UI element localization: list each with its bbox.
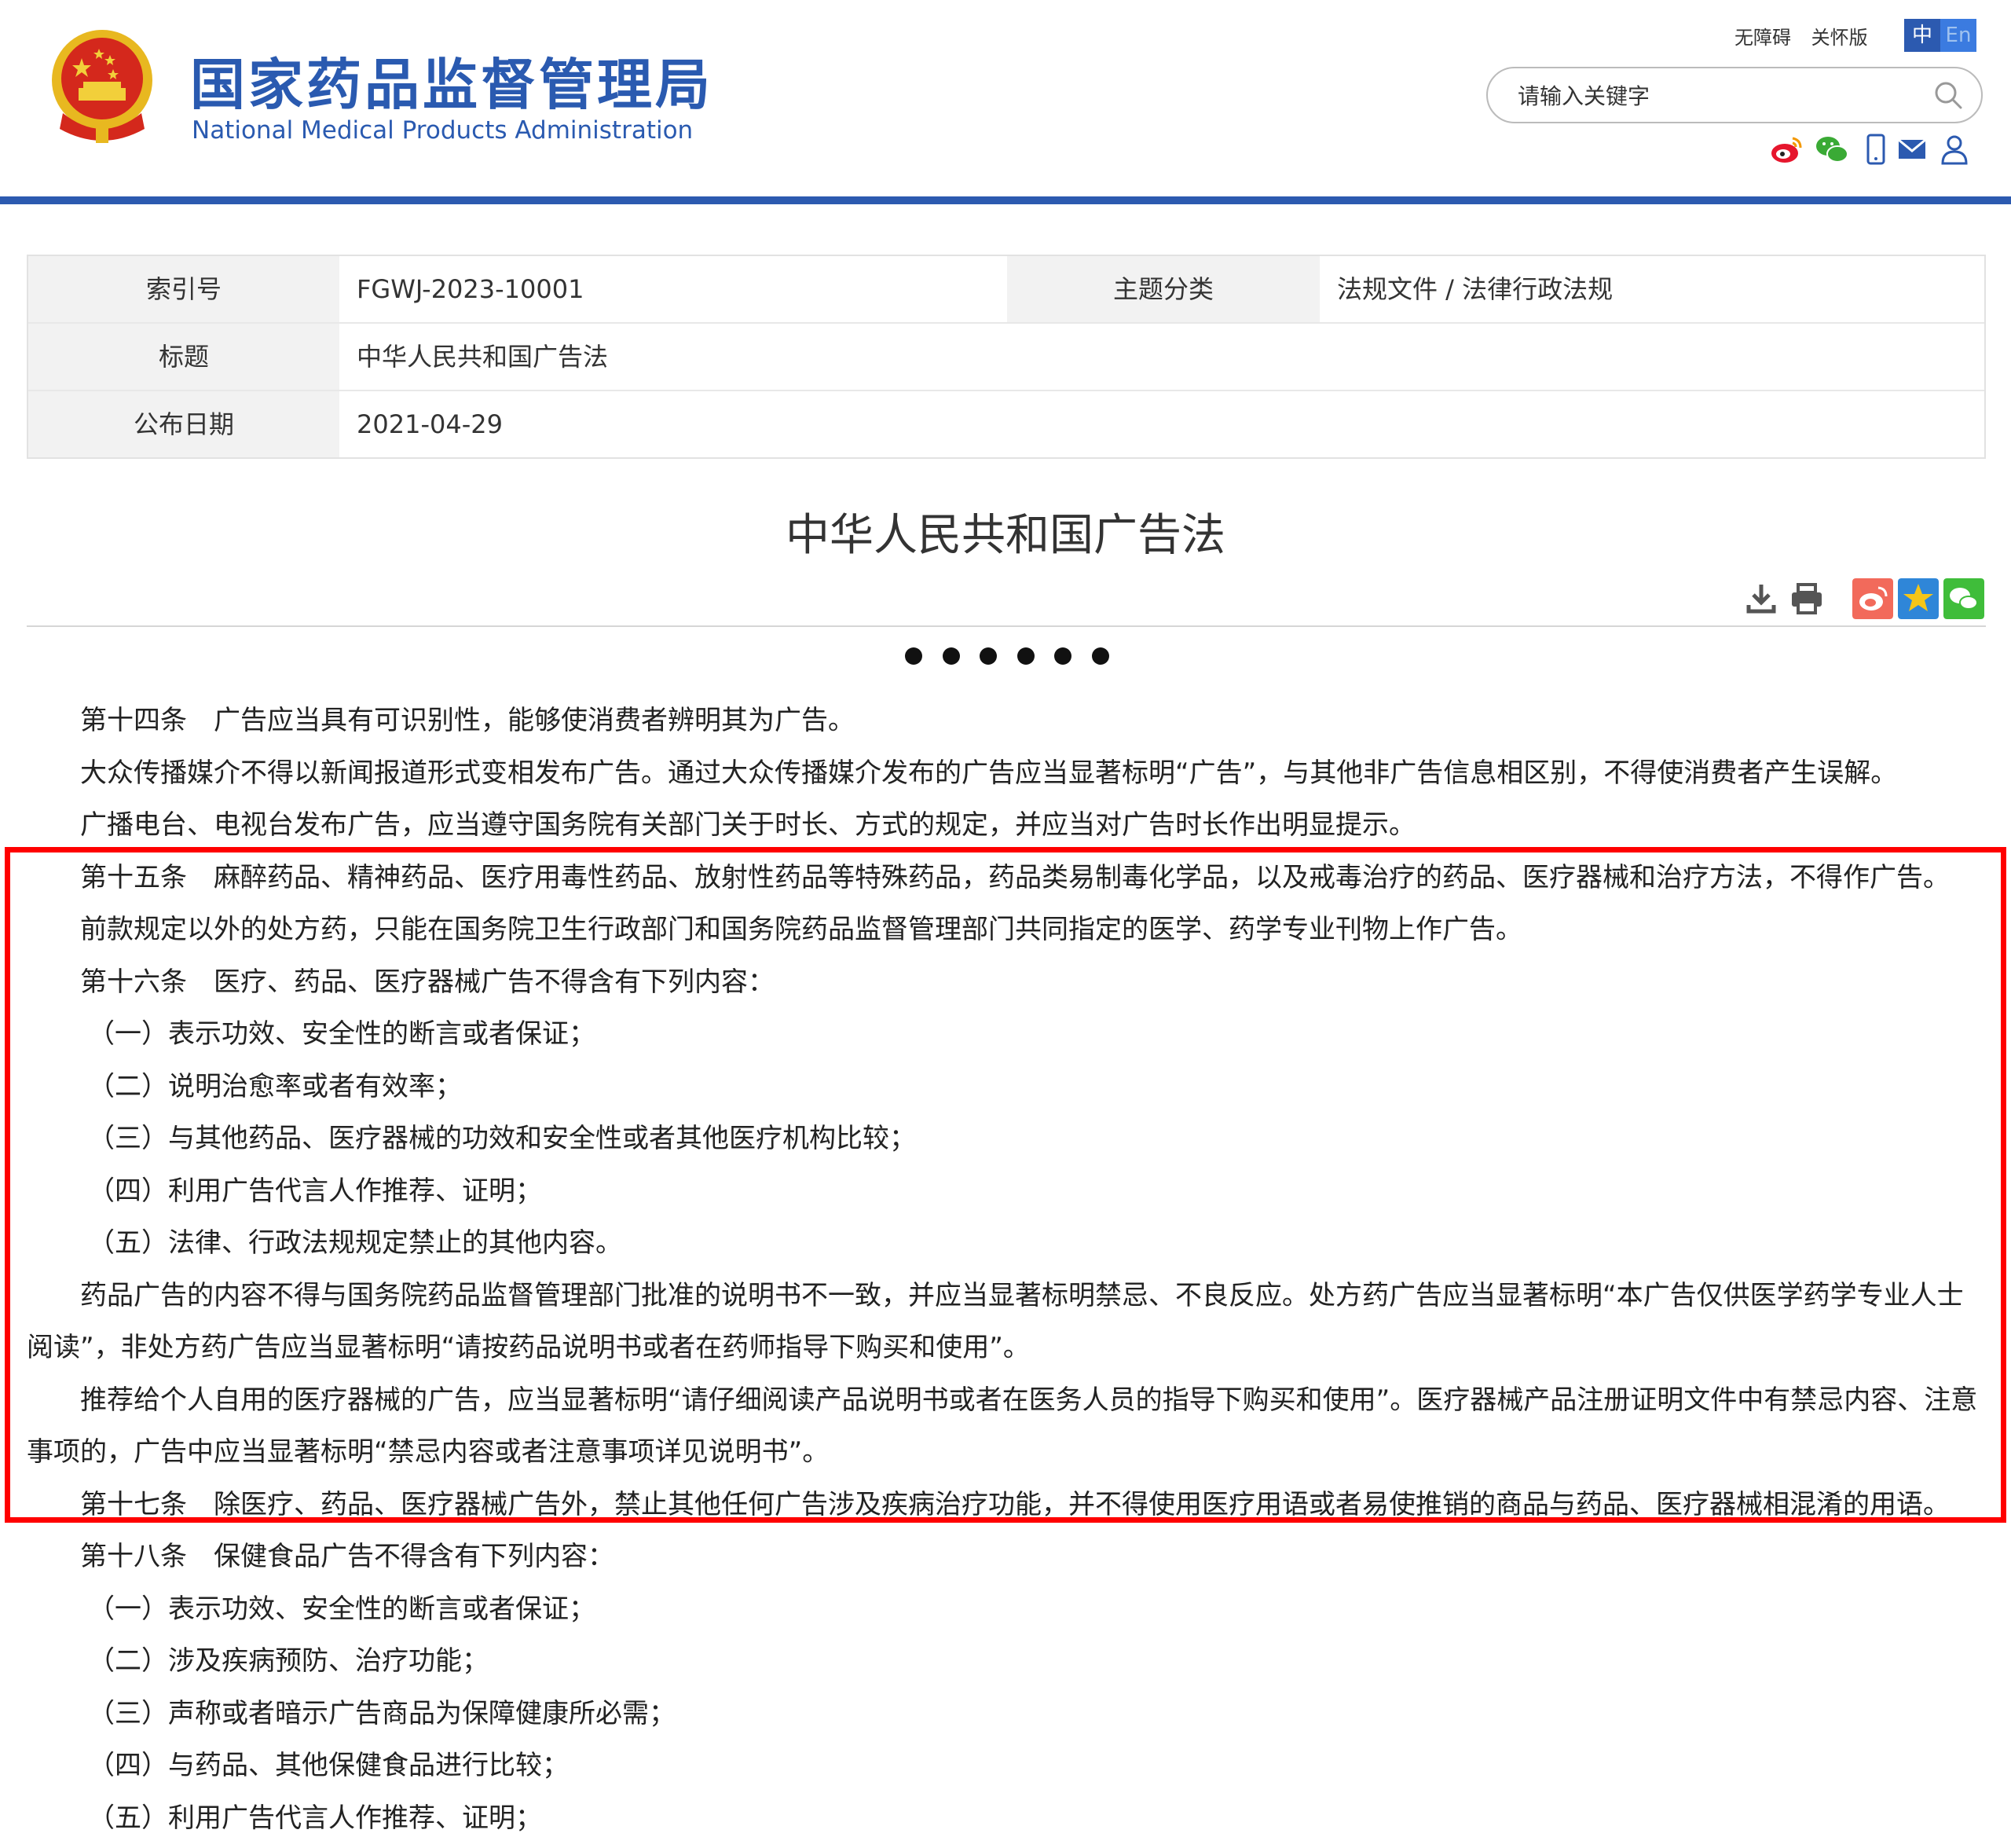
- topic-label: 主题分类: [1007, 256, 1320, 322]
- list-item: （五）利用广告代言人作推荐、证明；: [88, 1802, 542, 1834]
- article-paragraph: 第十八条 保健食品广告不得含有下列内容：: [80, 1541, 614, 1572]
- list-item: （四）利用广告代言人作推荐、证明；: [88, 1175, 542, 1207]
- document-meta-table: 索引号 FGWJ-2023-10001 主题分类 法规文件 / 法律行政法规 标…: [27, 255, 1986, 459]
- top-links: 无障碍 关怀版: [1734, 22, 1882, 49]
- list-item: （二）说明治愈率或者有效率；: [88, 1070, 462, 1102]
- list-item: （三）与其他药品、医疗器械的功效和安全性或者其他医疗机构比较；: [88, 1123, 916, 1154]
- title-value: 中华人民共和国广告法: [357, 342, 609, 372]
- topic-value: 法规文件 / 法律行政法规: [1337, 274, 1614, 304]
- national-emblem-logo[interactable]: [47, 27, 157, 148]
- article-paragraph: 药品广告的内容不得与国务院药品监督管理部门批准的说明书不一致，并应当显著标明禁忌…: [27, 1279, 1964, 1364]
- lang-chinese-button[interactable]: 中: [1904, 19, 1940, 52]
- list-item: （一）表示功效、安全性的断言或者保证；: [88, 1593, 595, 1625]
- date-label: 公布日期: [28, 391, 339, 457]
- search-input[interactable]: [1516, 78, 1928, 114]
- search-icon[interactable]: [1932, 79, 1964, 111]
- accessibility-link[interactable]: 无障碍: [1734, 27, 1791, 49]
- article-paragraph: 广播电台、电视台发布广告，应当遵守国务院有关部门关于时长、方式的规定，并应当对广…: [80, 809, 1416, 841]
- search-box: [1486, 67, 1983, 123]
- date-value: 2021-04-29: [357, 409, 503, 439]
- article-paragraph: 第十六条 医疗、药品、医疗器械广告不得含有下列内容：: [80, 966, 775, 998]
- article-paragraph: 推荐给个人自用的医疗器械的广告，应当显著标明“请仔细阅读产品说明书或者在医务人员…: [27, 1384, 1978, 1468]
- article-paragraph: 前款规定以外的处方药，只能在国务院卫生行政部门和国务院药品监督管理部门共同指定的…: [80, 914, 1522, 945]
- article-body: 第十四条 广告应当具有可识别性，能够使消费者辨明其为广告。 大众传播媒介不得以新…: [27, 695, 1986, 1844]
- weibo-icon[interactable]: [1769, 132, 1804, 167]
- wechat-icon[interactable]: [1815, 132, 1849, 167]
- site-header: 国家药品监督管理局 National Medical Products Admi…: [0, 0, 2011, 198]
- article-paragraph: 第十七条 除医疗、药品、医疗器械广告外，禁止其他任何广告涉及疾病治疗功能，并不得…: [80, 1488, 1950, 1520]
- meta-row-index: 索引号 FGWJ-2023-10001 主题分类 法规文件 / 法律行政法规: [28, 256, 1984, 324]
- share-weibo-icon[interactable]: [1852, 578, 1893, 619]
- lang-english-button[interactable]: En: [1940, 19, 1976, 52]
- download-icon[interactable]: [1741, 578, 1782, 619]
- list-item: （四）与药品、其他保健食品进行比较；: [88, 1750, 569, 1781]
- elder-mode-link[interactable]: 关怀版: [1811, 27, 1868, 49]
- meta-row-date: 公布日期 2021-04-29: [28, 391, 1984, 459]
- article-title: 中华人民共和国广告法: [786, 510, 1225, 561]
- language-switch: 中 En: [1904, 19, 1976, 52]
- list-item: （一）表示功效、安全性的断言或者保证；: [88, 1018, 595, 1050]
- mail-icon[interactable]: [1895, 132, 1929, 167]
- title-divider: [27, 625, 1986, 627]
- list-item: （二）涉及疾病预防、治疗功能；: [88, 1645, 489, 1677]
- list-item: （三）声称或者暗示广告商品为保障健康所必需；: [88, 1697, 676, 1729]
- site-name-english[interactable]: National Medical Products Administration: [192, 116, 693, 145]
- index-value: FGWJ-2023-10001: [357, 274, 584, 304]
- title-label: 标题: [28, 324, 339, 390]
- index-label: 索引号: [28, 256, 339, 322]
- list-item: （五）法律、行政法规规定禁止的其他内容。: [88, 1227, 622, 1259]
- article-paragraph: 大众传播媒介不得以新闻报道形式变相发布广告。通过大众传播媒介发布的广告应当显著标…: [80, 757, 1898, 789]
- separator-dots: [905, 647, 1109, 671]
- article-paragraph: 第十四条 广告应当具有可识别性，能够使消费者辨明其为广告。: [80, 705, 855, 736]
- article-tools: [1741, 578, 1992, 624]
- share-favorite-icon[interactable]: [1898, 578, 1939, 619]
- mobile-icon[interactable]: [1859, 132, 1893, 167]
- social-icons: [1769, 132, 1989, 170]
- user-icon[interactable]: [1937, 132, 1972, 167]
- site-name-chinese[interactable]: 国家药品监督管理局: [190, 41, 713, 120]
- print-icon[interactable]: [1786, 578, 1827, 619]
- share-wechat-icon[interactable]: [1943, 578, 1984, 619]
- meta-row-title: 标题 中华人民共和国广告法: [28, 324, 1984, 391]
- article-paragraph: 第十五条 麻醉药品、精神药品、医疗用毒性药品、放射性药品等特殊药品，药品类易制毒…: [80, 861, 1950, 893]
- header-divider-bar: [0, 196, 2011, 204]
